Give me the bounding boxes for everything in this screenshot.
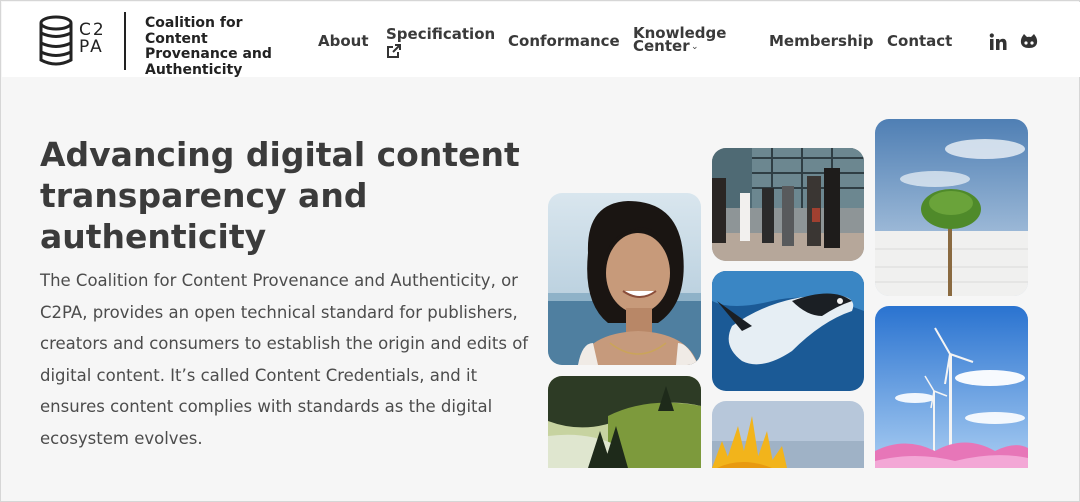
- site-header: C2 PA Coalition for Content Provenance a…: [2, 2, 1080, 77]
- logo-divider: [124, 12, 126, 70]
- nav-specification[interactable]: Specification: [386, 27, 495, 59]
- nav-about[interactable]: About: [318, 34, 369, 49]
- yellow-flower-image: [712, 401, 864, 468]
- nav-knowledge-center-label: Knowledge Center: [633, 24, 727, 55]
- nav-specification-label: Specification: [386, 25, 496, 43]
- external-link-icon: [387, 44, 401, 58]
- wind-turbines-image: [875, 306, 1028, 468]
- nav-contact[interactable]: Contact: [887, 34, 952, 49]
- nav-conformance[interactable]: Conformance: [508, 34, 620, 49]
- github-icon[interactable]: [1019, 32, 1039, 52]
- page-frame: C2 PA Coalition for Content Provenance a…: [0, 0, 1080, 502]
- nav-knowledge-center[interactable]: Knowledge Center: [633, 24, 727, 55]
- hero-description: The Coalition for Content Provenance and…: [40, 271, 529, 448]
- nav-membership[interactable]: Membership: [769, 34, 874, 49]
- logo-wordmark: C2 PA: [79, 20, 106, 57]
- brand-name[interactable]: Coalition for Content Provenance and Aut…: [145, 15, 305, 78]
- chevron-down-icon: ⌄: [691, 42, 699, 52]
- woman-portrait-image: [548, 193, 701, 365]
- c2pa-logo-icon: [39, 15, 73, 66]
- commuters-image: [712, 148, 864, 261]
- tree-on-wall-image: [875, 119, 1028, 296]
- linkedin-icon[interactable]: [988, 32, 1008, 52]
- hero-title: Advancing digital content transparency a…: [40, 135, 520, 256]
- misty-forest-image: [548, 376, 701, 468]
- penguin-swimming-image: [712, 271, 864, 391]
